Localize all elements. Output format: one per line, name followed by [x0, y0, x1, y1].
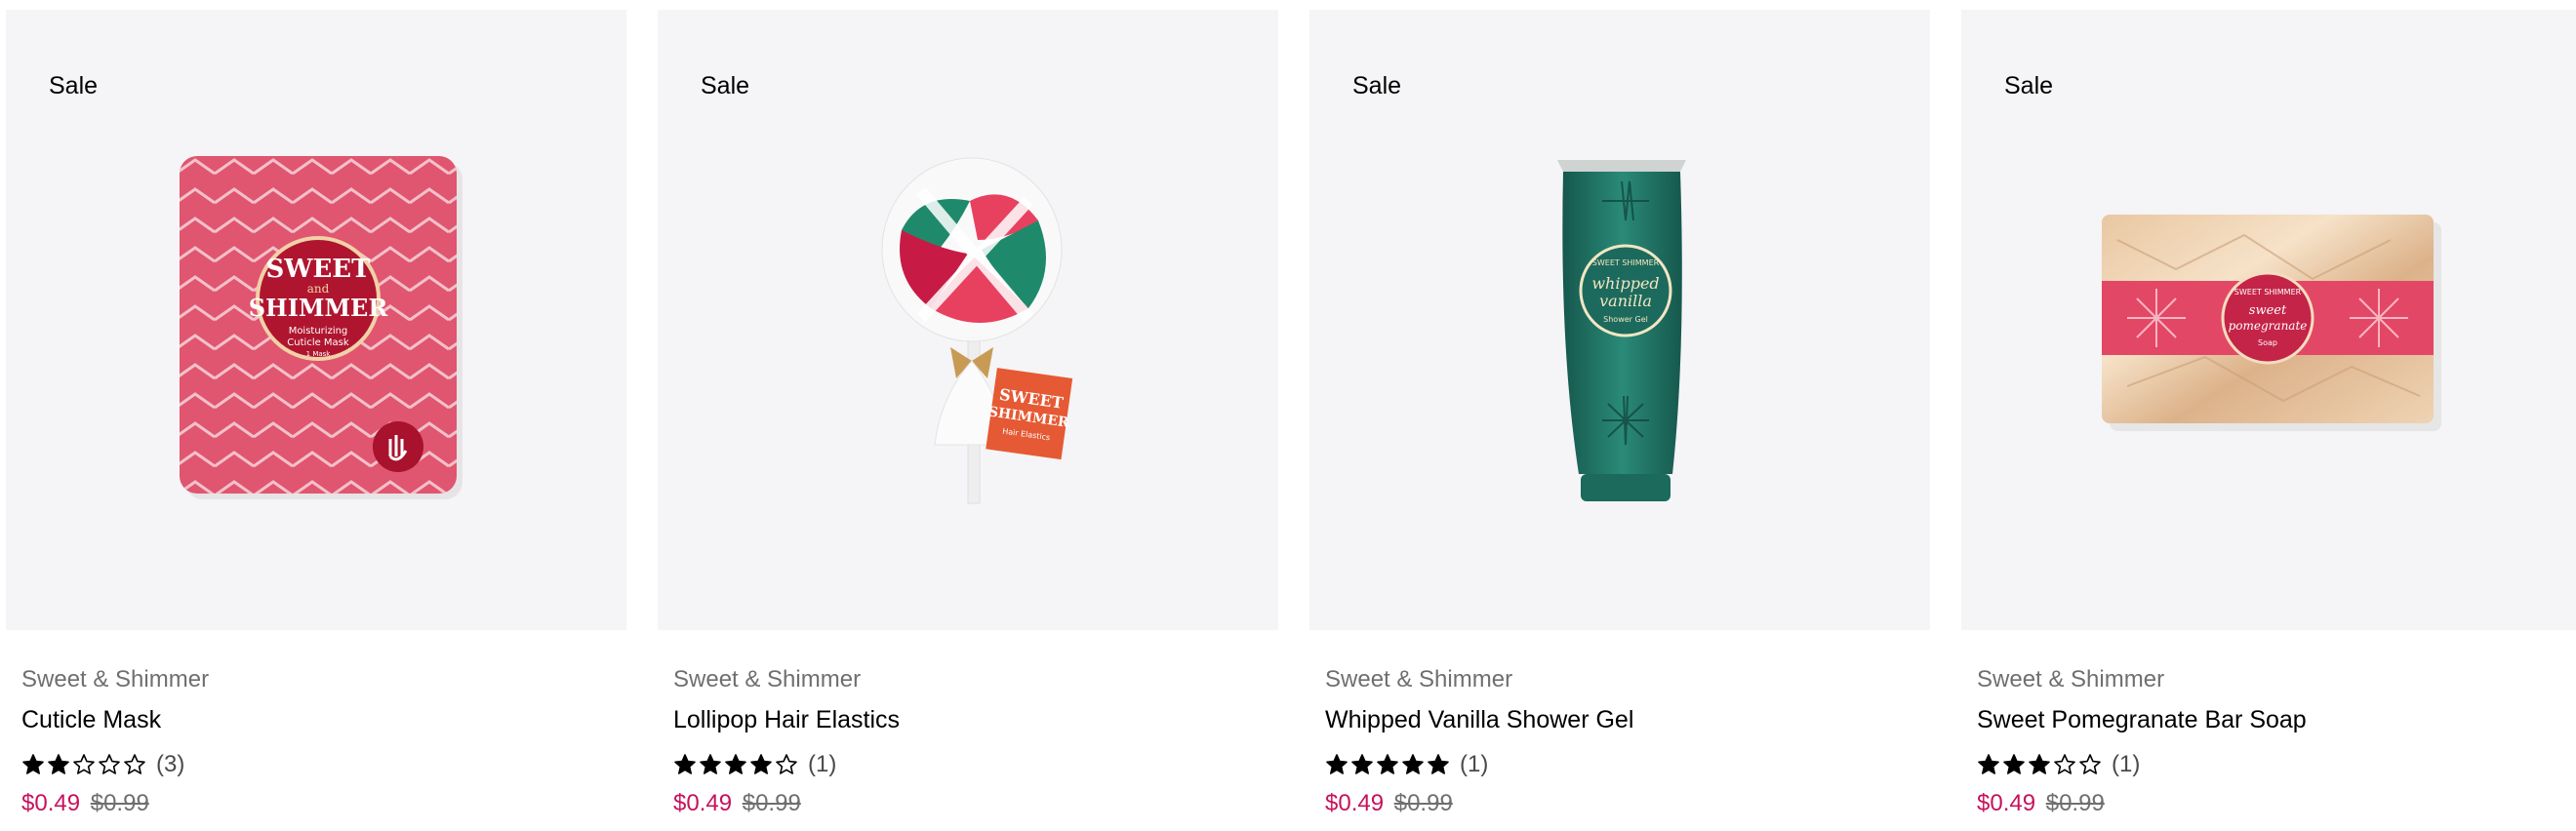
- product-price: $0.49 $0.99: [1325, 788, 1930, 819]
- star-filled-icon: [1351, 754, 1373, 774]
- star-filled-icon: [674, 754, 696, 774]
- star-filled-icon: [1978, 754, 1999, 774]
- package-text: Moisturizing: [289, 326, 348, 336]
- product-info: Sweet & Shimmer Lollipop Hair Elastics (…: [658, 665, 1278, 819]
- product-name[interactable]: Cuticle Mask: [21, 704, 626, 735]
- product-name[interactable]: Whipped Vanilla Shower Gel: [1325, 704, 1930, 735]
- star-filled-icon: [725, 754, 746, 774]
- star-filled-icon: [2003, 754, 2025, 774]
- sale-badge: Sale: [701, 72, 750, 99]
- package-text: 1 Mask: [306, 350, 332, 358]
- star-filled-icon: [22, 754, 44, 774]
- star-filled-icon: [1377, 754, 1398, 774]
- product-rating: (1): [1325, 749, 1930, 780]
- product-name[interactable]: Lollipop Hair Elastics: [673, 704, 1278, 735]
- product-price: $0.49 $0.99: [673, 788, 1278, 819]
- package-text: Cuticle Mask: [287, 337, 349, 348]
- sale-price: $0.49: [673, 790, 733, 816]
- product-card[interactable]: Sale SWEET SHIMMER Hair Elastics Sweet &…: [658, 10, 1278, 831]
- package-text: SWEET SHIMMER: [1592, 258, 1660, 267]
- star-empty-icon: [776, 754, 797, 774]
- product-card[interactable]: Sale SWEET SHIMMER whipped vanilla Showe…: [1309, 10, 1930, 831]
- package-text: SHIMMER: [249, 294, 389, 322]
- package-text: whipped: [1591, 274, 1659, 293]
- product-info: Sweet & Shimmer Cuticle Mask (3) $0.49 $…: [6, 665, 626, 819]
- original-price: $0.99: [742, 790, 801, 816]
- sale-price: $0.49: [1977, 790, 2036, 816]
- product-brand: Sweet & Shimmer: [673, 666, 862, 692]
- rating-stars: [673, 753, 798, 776]
- review-count: (1): [1460, 751, 1489, 777]
- rating-stars: [1325, 753, 1450, 776]
- bar-soap-wrapped-icon: SWEET SHIMMER sweet pomegranate Soap: [2102, 215, 2441, 431]
- sale-price: $0.49: [21, 790, 81, 816]
- product-brand: Sweet & Shimmer: [21, 666, 210, 692]
- package-text: sweet: [2249, 303, 2287, 318]
- review-count: (3): [156, 751, 185, 777]
- product-rating: (1): [673, 749, 1278, 780]
- product-info: Sweet & Shimmer Sweet Pomegranate Bar So…: [1961, 665, 2576, 819]
- star-empty-icon: [124, 754, 145, 774]
- product-info: Sweet & Shimmer Whipped Vanilla Shower G…: [1309, 665, 1930, 819]
- package-text: SWEET SHIMMER: [2234, 288, 2302, 297]
- star-filled-icon: [2029, 754, 2050, 774]
- star-filled-icon: [1402, 754, 1424, 774]
- rating-stars: [21, 753, 146, 776]
- sale-badge: Sale: [1352, 72, 1402, 99]
- product-image-area[interactable]: Sale SWEET and SHIMMER Moisturizing Cuti…: [6, 10, 626, 630]
- product-card[interactable]: Sale SWEET and SHIMMER Moisturizing Cuti…: [6, 10, 626, 831]
- product-rating: (1): [1977, 749, 2576, 780]
- original-price: $0.99: [1393, 790, 1453, 816]
- product-image-area[interactable]: Sale SWEET SHIMMER sweet pomegranate Soa…: [1961, 10, 2576, 630]
- package-text: vanilla: [1599, 292, 1652, 310]
- rating-stars: [1977, 753, 2102, 776]
- sale-badge: Sale: [2004, 72, 2054, 99]
- product-rating: (3): [21, 749, 626, 780]
- shower-gel-tube-icon: SWEET SHIMMER whipped vanilla Shower Gel: [1557, 160, 1686, 501]
- star-filled-icon: [48, 754, 69, 774]
- original-price: $0.99: [90, 790, 149, 816]
- star-filled-icon: [700, 754, 721, 774]
- sale-badge: Sale: [49, 72, 99, 99]
- package-text: pomegranate: [2229, 319, 2308, 333]
- package-text: Soap: [2258, 338, 2277, 347]
- product-price: $0.49 $0.99: [21, 788, 626, 819]
- product-card[interactable]: Sale SWEET SHIMMER sweet pomegranate Soa…: [1961, 10, 2576, 831]
- lollipop-hair-elastics-icon: SWEET SHIMMER Hair Elastics: [881, 157, 1073, 504]
- star-empty-icon: [73, 754, 95, 774]
- product-price: $0.49 $0.99: [1977, 788, 2576, 819]
- product-image-area[interactable]: Sale SWEET SHIMMER whipped vanilla Showe…: [1309, 10, 1930, 630]
- review-count: (1): [808, 751, 837, 777]
- star-empty-icon: [2054, 754, 2075, 774]
- product-brand: Sweet & Shimmer: [1977, 666, 2165, 692]
- star-filled-icon: [750, 754, 772, 774]
- sale-price: $0.49: [1325, 790, 1385, 816]
- product-image-area[interactable]: Sale SWEET SHIMMER Hair Elastics: [658, 10, 1278, 630]
- package-text: SWEET: [266, 255, 372, 284]
- star-empty-icon: [99, 754, 120, 774]
- star-filled-icon: [1428, 754, 1449, 774]
- star-empty-icon: [2079, 754, 2101, 774]
- product-grid: Sale SWEET and SHIMMER Moisturizing Cuti…: [0, 0, 2576, 831]
- star-filled-icon: [1326, 754, 1348, 774]
- product-name[interactable]: Sweet Pomegranate Bar Soap: [1977, 704, 2576, 735]
- package-text: Shower Gel: [1603, 315, 1648, 324]
- review-count: (1): [2112, 751, 2141, 777]
- original-price: $0.99: [2045, 790, 2105, 816]
- cuticle-mask-packet-icon: SWEET and SHIMMER Moisturizing Cuticle M…: [180, 156, 463, 499]
- product-brand: Sweet & Shimmer: [1325, 666, 1513, 692]
